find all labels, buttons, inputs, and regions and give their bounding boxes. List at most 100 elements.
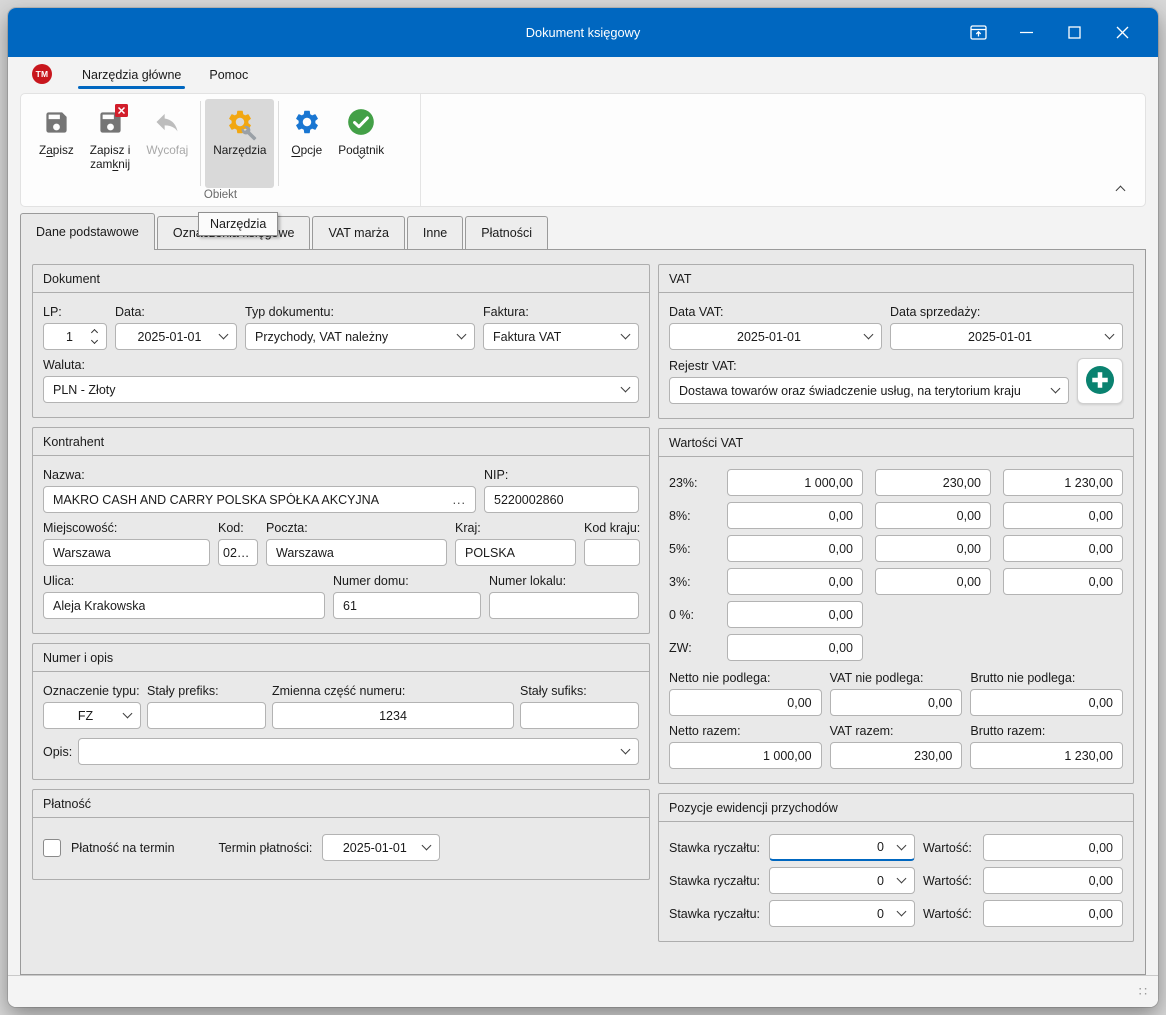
- chevron-down-icon: [358, 152, 365, 159]
- poczta-input[interactable]: Warszawa: [266, 539, 447, 566]
- minimize-icon: [1020, 26, 1033, 39]
- chevron-down-icon: [219, 330, 229, 340]
- vat-razem-input[interactable]: 230,00: [830, 742, 963, 769]
- tab-inne[interactable]: Inne: [407, 216, 463, 249]
- tab-dane-podstawowe[interactable]: Dane podstawowe: [20, 213, 155, 250]
- save-close-icon: [97, 107, 124, 137]
- tab-strip: Dane podstawowe Oznaczenia księgowe VAT …: [8, 207, 1158, 249]
- stawka-ryczaltu-label: Stawka ryczałtu:: [669, 907, 761, 921]
- faktura-dropdown[interactable]: Faktura VAT: [483, 323, 639, 350]
- netto-input[interactable]: 0,00: [727, 601, 863, 628]
- ulica-input[interactable]: Aleja Krakowska: [43, 592, 325, 619]
- kod-kraju-input[interactable]: [584, 539, 640, 566]
- save-button[interactable]: Zapisz: [31, 99, 82, 188]
- miejscowosc-input[interactable]: Warszawa: [43, 539, 210, 566]
- nazwa-input[interactable]: MAKRO CASH AND CARRY POLSKA SPÓŁKA AKCYJ…: [43, 486, 476, 513]
- vat-input[interactable]: 0,00: [875, 568, 991, 595]
- dock-window-button[interactable]: [968, 22, 989, 43]
- group-numer-i-opis: Numer i opis Oznaczenie typu: FZ Stały p…: [32, 643, 650, 780]
- ulica-label: Ulica:: [43, 574, 325, 588]
- chevron-down-icon: [422, 841, 432, 851]
- netto-input[interactable]: 0,00: [727, 502, 863, 529]
- brutto-input[interactable]: 0,00: [1003, 568, 1123, 595]
- stawka-ryczaltu-dropdown[interactable]: 0: [769, 867, 915, 894]
- numer-lokalu-input[interactable]: [489, 592, 639, 619]
- numer-lokalu-label: Numer lokalu:: [489, 574, 639, 588]
- staly-sufiks-input[interactable]: [520, 702, 639, 729]
- menu-tab-help[interactable]: Pomoc: [199, 62, 258, 86]
- menu-tab-home[interactable]: Narzędzia główne: [72, 62, 191, 86]
- data-vat-dropdown[interactable]: 2025-01-01: [669, 323, 882, 350]
- staly-prefiks-input[interactable]: [147, 702, 266, 729]
- vat-input[interactable]: 230,00: [875, 469, 991, 496]
- netto-razem-input[interactable]: 1 000,00: [669, 742, 822, 769]
- options-button[interactable]: Opcje: [283, 99, 330, 188]
- close-button[interactable]: [1112, 22, 1133, 43]
- miejscowosc-label: Miejscowość:: [43, 521, 210, 535]
- app-logo[interactable]: TM: [32, 64, 52, 84]
- kod-input[interactable]: 02-183: [218, 539, 258, 566]
- termin-platnosci-label: Termin płatności:: [219, 841, 313, 855]
- brutto-input[interactable]: 0,00: [1003, 502, 1123, 529]
- taxpayer-button[interactable]: Podatnik: [330, 99, 392, 188]
- netto-input[interactable]: 0,00: [727, 568, 863, 595]
- rejestr-vat-label: Rejestr VAT:: [669, 359, 1069, 373]
- vat-nie-podlega-input[interactable]: 0,00: [830, 689, 963, 716]
- group-platnosc: Płatność Płatność na termin Termin płatn…: [32, 789, 650, 880]
- zmienna-czesc-input[interactable]: 1234: [272, 702, 514, 729]
- menu-bar: TM Narzędzia główne Pomoc: [8, 57, 1158, 90]
- rejestr-vat-dropdown[interactable]: Dostawa towarów oraz świadczenie usług, …: [669, 377, 1069, 404]
- data-date-dropdown[interactable]: 2025-01-01: [115, 323, 237, 350]
- group-title: Kontrahent: [33, 428, 649, 456]
- stawka-ryczaltu-dropdown[interactable]: 0: [769, 834, 915, 861]
- netto-input[interactable]: 0,00: [727, 634, 863, 661]
- maximize-button[interactable]: [1064, 22, 1085, 43]
- add-vat-register-button[interactable]: [1077, 358, 1123, 404]
- opis-dropdown[interactable]: [78, 738, 639, 765]
- tab-platnosci[interactable]: Płatności: [465, 216, 548, 249]
- pozycja-row: Stawka ryczałtu: 0 Wartość: 0,00: [669, 867, 1123, 894]
- taxpayer-check-icon: [347, 107, 375, 137]
- tab-vat-marza[interactable]: VAT marża: [312, 216, 404, 249]
- waluta-dropdown[interactable]: PLN - Złoty: [43, 376, 639, 403]
- plus-icon: [1084, 364, 1116, 399]
- browse-contractor-button[interactable]: ...: [447, 493, 466, 507]
- nip-input[interactable]: 5220002860: [484, 486, 639, 513]
- ribbon-separator: [200, 101, 201, 186]
- termin-platnosci-dropdown[interactable]: 2025-01-01: [322, 834, 440, 861]
- group-title: Pozycje ewidencji przychodów: [659, 794, 1133, 822]
- stawka-ryczaltu-label: Stawka ryczałtu:: [669, 874, 761, 888]
- minimize-button[interactable]: [1016, 22, 1037, 43]
- typ-dokumentu-dropdown[interactable]: Przychody, VAT należny: [245, 323, 475, 350]
- resize-grip[interactable]: ∷: [1139, 984, 1148, 1000]
- wartosc-input[interactable]: 0,00: [983, 900, 1123, 927]
- spin-up-icon[interactable]: [91, 329, 98, 336]
- brutto-razem-input[interactable]: 1 230,00: [970, 742, 1123, 769]
- wartosc-input[interactable]: 0,00: [983, 867, 1123, 894]
- vat-input[interactable]: 0,00: [875, 535, 991, 562]
- oznaczenie-typu-dropdown[interactable]: FZ: [43, 702, 141, 729]
- brutto-input[interactable]: 1 230,00: [1003, 469, 1123, 496]
- brutto-input[interactable]: 0,00: [1003, 535, 1123, 562]
- kraj-input[interactable]: POLSKA: [455, 539, 576, 566]
- close-icon: [1116, 26, 1129, 39]
- group-title: VAT: [659, 265, 1133, 293]
- netto-input[interactable]: 0,00: [727, 535, 863, 562]
- tools-button[interactable]: Narzędzia: [205, 99, 274, 188]
- stawka-ryczaltu-dropdown[interactable]: 0: [769, 900, 915, 927]
- data-sprzedazy-dropdown[interactable]: 2025-01-01: [890, 323, 1123, 350]
- numer-domu-input[interactable]: 61: [333, 592, 481, 619]
- chevron-down-icon: [123, 709, 133, 719]
- lp-spinner[interactable]: 1: [43, 323, 107, 350]
- netto-nie-podlega-input[interactable]: 0,00: [669, 689, 822, 716]
- save-and-close-button[interactable]: Zapisz izamknij: [82, 99, 139, 188]
- wartosc-input[interactable]: 0,00: [983, 834, 1123, 861]
- brutto-nie-podlega-input[interactable]: 0,00: [970, 689, 1123, 716]
- vat-input[interactable]: 0,00: [875, 502, 991, 529]
- collapse-ribbon-button[interactable]: [1111, 185, 1129, 199]
- netto-input[interactable]: 1 000,00: [727, 469, 863, 496]
- platnosc-na-termin-checkbox[interactable]: [43, 839, 61, 857]
- nip-label: NIP:: [484, 468, 639, 482]
- lp-label: LP:: [43, 305, 107, 319]
- spin-down-icon[interactable]: [91, 337, 98, 344]
